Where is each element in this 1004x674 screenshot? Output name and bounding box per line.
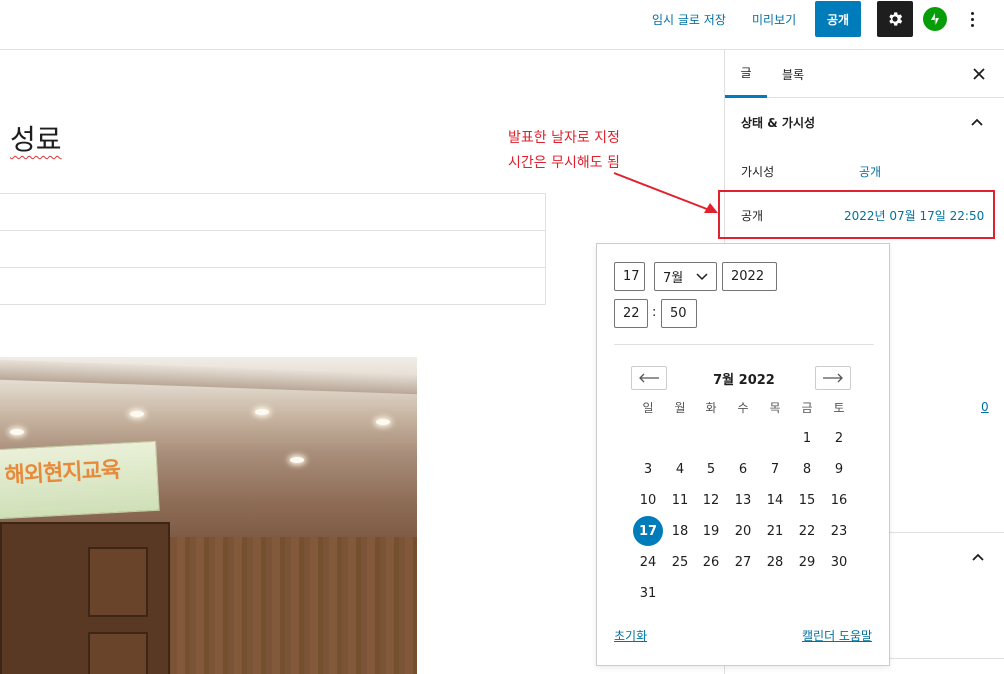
jetpack-button[interactable] xyxy=(923,7,947,31)
count-link[interactable]: 0 xyxy=(981,400,989,414)
calendar-day[interactable]: 9 xyxy=(823,455,855,483)
ceiling-light xyxy=(376,419,390,425)
divider xyxy=(614,344,874,345)
tab-block[interactable]: 블록 xyxy=(773,50,813,98)
table-row[interactable] xyxy=(0,268,545,305)
calendar-day[interactable]: 10 xyxy=(632,486,664,514)
annotation-line: 발표한 날자로 지정 xyxy=(508,130,620,146)
reset-date-button[interactable]: 초기화 xyxy=(614,627,647,644)
calendar-day[interactable]: 8 xyxy=(791,455,823,483)
calendar-day-selected[interactable]: 17 xyxy=(633,516,663,546)
close-icon xyxy=(973,68,985,80)
save-draft-button[interactable]: 임시 글로 저장 xyxy=(652,11,726,28)
table-row[interactable] xyxy=(0,194,545,231)
time-separator: : xyxy=(652,305,657,320)
tab-post[interactable]: 글 xyxy=(725,50,767,98)
calendar-day[interactable]: 20 xyxy=(727,517,759,545)
gear-icon xyxy=(889,12,903,26)
calendar-day[interactable]: 22 xyxy=(791,517,823,545)
calendar-day[interactable]: 2 xyxy=(823,424,855,452)
calendar-day[interactable]: 5 xyxy=(695,455,727,483)
calendar-day[interactable]: 13 xyxy=(727,486,759,514)
calendar-day[interactable]: 6 xyxy=(727,455,759,483)
door-panel xyxy=(88,547,148,617)
table-block[interactable] xyxy=(0,193,546,305)
calendar-day[interactable]: 19 xyxy=(695,517,727,545)
weekday-label: 수 xyxy=(737,401,749,415)
chevron-up-icon[interactable] xyxy=(971,550,985,564)
photo-banner: 해외현지교육 xyxy=(0,440,160,520)
next-month-button[interactable] xyxy=(815,366,851,390)
weekday-label: 목 xyxy=(769,401,781,415)
visibility-label: 가시성 xyxy=(741,165,775,179)
day-input[interactable]: 17 xyxy=(614,262,645,291)
dot-icon xyxy=(970,17,974,21)
publish-button[interactable]: 공개 xyxy=(815,1,861,37)
ceiling-light xyxy=(130,411,144,417)
weekday-label: 월 xyxy=(674,401,686,415)
calendar-day[interactable]: 11 xyxy=(664,486,696,514)
ceiling-light xyxy=(255,409,269,415)
calendar-day[interactable]: 16 xyxy=(823,486,855,514)
highlight-box xyxy=(718,190,995,239)
ceiling-light xyxy=(290,457,304,463)
calendar-day[interactable]: 25 xyxy=(664,548,696,576)
table-row[interactable] xyxy=(0,231,545,268)
hour-input[interactable]: 22 xyxy=(614,299,648,328)
weekday-label: 토 xyxy=(833,401,845,415)
door-panel xyxy=(88,632,148,674)
calendar-day[interactable]: 29 xyxy=(791,548,823,576)
more-options-button[interactable] xyxy=(962,8,982,30)
chevron-down-icon xyxy=(696,273,708,281)
calendar-day[interactable]: 7 xyxy=(759,455,791,483)
calendar-day[interactable]: 4 xyxy=(664,455,696,483)
weekday-label: 일 xyxy=(642,401,654,415)
weekday-label: 금 xyxy=(801,401,813,415)
annotation-arrow-icon xyxy=(613,172,718,213)
jetpack-bolt-icon xyxy=(931,13,939,25)
arrow-right-icon xyxy=(823,373,843,383)
dot-icon xyxy=(970,11,974,15)
calendar-day[interactable]: 30 xyxy=(823,548,855,576)
calendar-day[interactable]: 23 xyxy=(823,517,855,545)
panel-title: 상태 & 가시성 xyxy=(741,115,816,130)
month-select-value: 7월 xyxy=(663,271,684,286)
dot-icon xyxy=(970,23,974,27)
calendar-day[interactable]: 1 xyxy=(791,424,823,452)
ceiling-light xyxy=(10,429,24,435)
editor-header: 임시 글로 저장 미리보기 공개 xyxy=(0,0,1004,50)
preview-button[interactable]: 미리보기 xyxy=(752,11,796,28)
chevron-up-icon xyxy=(971,118,983,126)
image-block[interactable]: 해외현지교육 xyxy=(0,357,417,674)
date-picker-popover: 17 7월 2022 22 : 50 7월 2022 일월화수목금토 12345… xyxy=(596,243,890,666)
calendar-day[interactable]: 24 xyxy=(632,548,664,576)
calendar-help-link[interactable]: 캘린더 도움말 xyxy=(802,627,872,644)
visibility-toggle[interactable]: 공개 xyxy=(859,163,881,180)
post-title[interactable]: 성료 xyxy=(10,118,62,158)
status-visibility-panel-toggle[interactable]: 상태 & 가시성 xyxy=(725,98,1004,146)
sidebar-tabs: 글 블록 xyxy=(725,50,1004,98)
calendar-day[interactable]: 12 xyxy=(695,486,727,514)
calendar-day[interactable]: 3 xyxy=(632,455,664,483)
minute-input[interactable]: 50 xyxy=(661,299,697,328)
settings-button[interactable] xyxy=(877,1,913,37)
calendar-day[interactable]: 18 xyxy=(664,517,696,545)
calendar-day[interactable]: 31 xyxy=(632,579,664,607)
calendar-day[interactable]: 27 xyxy=(727,548,759,576)
year-input[interactable]: 2022 xyxy=(722,262,777,291)
close-sidebar-button[interactable] xyxy=(969,64,989,84)
calendar-day[interactable]: 15 xyxy=(791,486,823,514)
calendar-day[interactable]: 21 xyxy=(759,517,791,545)
calendar-day[interactable]: 26 xyxy=(695,548,727,576)
weekday-label: 화 xyxy=(705,401,717,415)
calendar-day[interactable]: 14 xyxy=(759,486,791,514)
photo-ceiling xyxy=(0,359,417,395)
month-select[interactable]: 7월 xyxy=(654,262,717,291)
calendar-day[interactable]: 28 xyxy=(759,548,791,576)
